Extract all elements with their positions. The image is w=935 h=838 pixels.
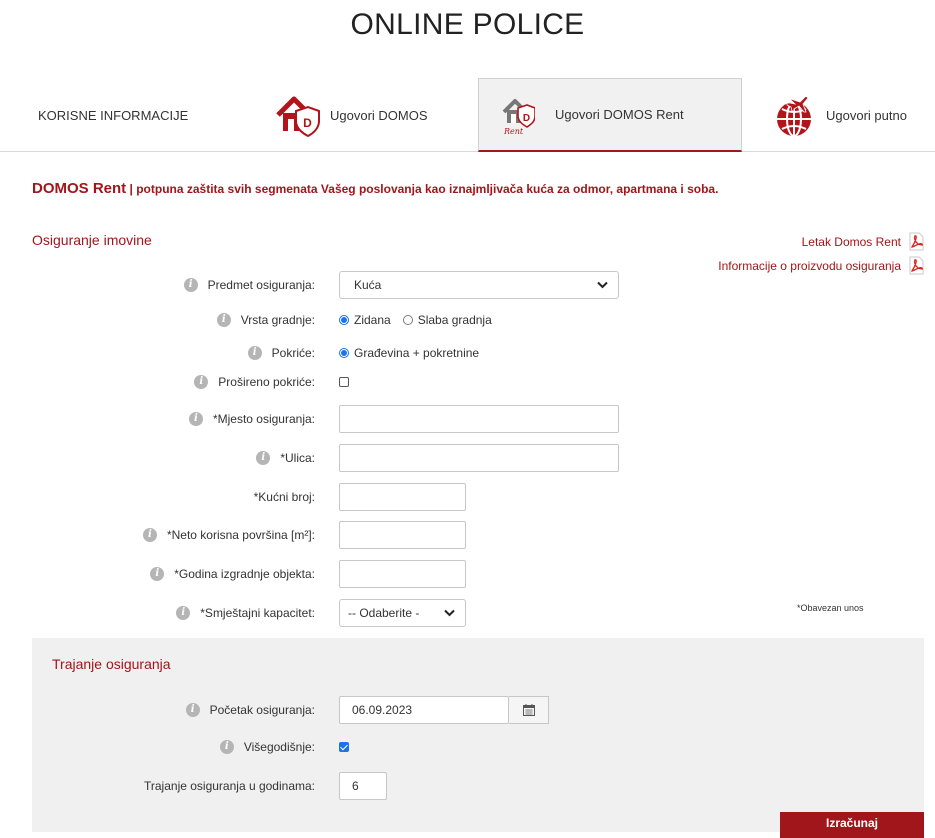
place-input[interactable] (339, 405, 619, 433)
capacity-label: *Smještajni kapacitet: (200, 606, 315, 620)
radio-label: Slaba gradnja (417, 313, 492, 327)
row-place: i *Mjesto osiguranja: (0, 405, 935, 433)
tab-ugovori-putno[interactable]: Ugovori putno (742, 78, 935, 152)
row-coverage: i Pokriće: Građevina + pokretnine (0, 340, 935, 366)
radio-indicator (402, 315, 413, 325)
house-number-label: *Kućni broj: (253, 490, 315, 504)
page-title: ONLINE POLICE (350, 8, 585, 41)
row-street: i *Ulica: (0, 444, 935, 472)
link-leaflet[interactable]: Letak Domos Rent (802, 232, 925, 251)
tab-korisne-informacije[interactable]: KORISNE INFORMACIJE (0, 78, 252, 152)
pdf-icon (909, 232, 924, 251)
info-icon[interactable]: i (216, 313, 231, 327)
info-icon[interactable]: i (194, 375, 209, 389)
place-label: *Mjesto osiguranja: (212, 412, 315, 426)
svg-text:D: D (303, 116, 312, 130)
row-house-number: *Kućni broj: (0, 483, 935, 511)
chevron-down-icon (597, 281, 608, 289)
tab-label: Ugovori putno (826, 107, 907, 123)
info-icon[interactable]: i (188, 412, 203, 426)
info-icon[interactable]: i (183, 278, 198, 292)
year-built-label: *Godina izgradnje objekta: (174, 567, 315, 581)
calendar-icon (522, 704, 535, 716)
row-years: Trajanje osiguranja u godinama: (0, 772, 935, 800)
start-date-label: Početak osiguranja: (209, 703, 315, 717)
radio-slaba-gradnja[interactable]: Slaba gradnja (402, 313, 492, 327)
radio-zidana[interactable]: Zidana (339, 313, 391, 327)
years-input[interactable] (339, 772, 387, 800)
info-icon[interactable]: i (247, 346, 262, 360)
tab-label: KORISNE INFORMACIJE (38, 107, 189, 123)
house-number-input[interactable] (339, 483, 466, 511)
years-label: Trajanje osiguranja u godinama: (144, 779, 315, 793)
multiyear-label: Višegodišnje: (243, 740, 315, 754)
row-multiyear: i Višegodišnje: (0, 734, 935, 760)
tab-label: Ugovori DOMOS Rent (555, 107, 684, 122)
radio-indicator (339, 348, 349, 358)
start-date-input[interactable] (339, 696, 509, 724)
product-tabs: KORISNE INFORMACIJE D Ugovori DOMOS D Re… (0, 78, 935, 152)
extended-label: Prošireno pokriće: (218, 375, 315, 389)
capacity-value: -- Odaberite - (348, 606, 420, 620)
calendar-button[interactable] (509, 696, 549, 724)
radio-label: Zidana (354, 313, 391, 327)
extended-checkbox[interactable] (339, 377, 349, 387)
capacity-select[interactable]: -- Odaberite - (339, 599, 466, 627)
radio-gradevina-pokretnine[interactable]: Građevina + pokretnine (339, 346, 479, 360)
tab-ugovori-domos[interactable]: D Ugovori DOMOS (252, 78, 478, 152)
row-subject: i Predmet osiguranja: Kuća (0, 271, 935, 299)
area-label: *Neto korisna površina [m²]: (166, 528, 315, 542)
area-input[interactable] (339, 521, 466, 549)
street-input[interactable] (339, 444, 619, 472)
radio-label: Građevina + pokretnine (354, 346, 480, 360)
link-label: Letak Domos Rent (801, 234, 901, 249)
house-shield-icon: D (276, 96, 320, 137)
svg-text:D: D (523, 113, 530, 124)
row-area: i *Neto korisna površina [m²]: (0, 521, 935, 549)
brand-name: DOMOS Rent (32, 180, 127, 197)
street-label: *Ulica: (280, 451, 315, 465)
row-year-built: i *Godina izgradnje objekta: (0, 560, 935, 588)
section-title-property: Osiguranje imovine (32, 232, 152, 248)
multiyear-checkbox[interactable] (339, 742, 349, 752)
info-icon[interactable]: i (219, 740, 234, 754)
row-extended: i Prošireno pokriće: (0, 369, 935, 395)
row-start-date: i Početak osiguranja: (0, 696, 935, 724)
section-title-duration: Trajanje osiguranja (52, 656, 171, 672)
tab-label: Ugovori DOMOS (330, 107, 428, 123)
house-rent-icon: D Rent (502, 98, 535, 135)
info-icon[interactable]: i (176, 606, 191, 620)
coverage-label: Pokriće: (271, 346, 315, 360)
row-capacity: i *Smještajni kapacitet: -- Odaberite - (0, 599, 935, 627)
subject-label: Predmet osiguranja: (207, 278, 315, 292)
tagline-separator: | (129, 182, 133, 196)
radio-indicator (339, 315, 349, 325)
info-icon[interactable]: i (150, 567, 165, 581)
info-icon[interactable]: i (256, 451, 271, 465)
chevron-down-icon (444, 609, 455, 617)
product-tagline: DOMOS Rent | potpuna zaštita svih segmen… (32, 180, 718, 197)
required-note: *Obavezan unos (797, 603, 864, 613)
svg-text:Rent: Rent (503, 127, 524, 135)
link-label: Informacije o proizvodu osiguranja (718, 258, 901, 273)
globe-plane-icon (777, 95, 811, 137)
tagline-text: potpuna zaštita svih segmenata Vašeg pos… (136, 182, 719, 196)
year-built-input[interactable] (339, 560, 466, 588)
tab-ugovori-domos-rent[interactable]: D Rent Ugovori DOMOS Rent (478, 78, 742, 152)
info-icon[interactable]: i (185, 703, 200, 717)
row-construction: i Vrsta gradnje: Zidana Slaba gradnja (0, 307, 935, 333)
info-icon[interactable]: i (142, 528, 157, 542)
subject-select[interactable]: Kuća (339, 271, 619, 299)
calculate-button[interactable]: Izračunaj (780, 812, 924, 838)
construction-label: Vrsta gradnje: (240, 313, 315, 327)
subject-value: Kuća (354, 278, 382, 292)
